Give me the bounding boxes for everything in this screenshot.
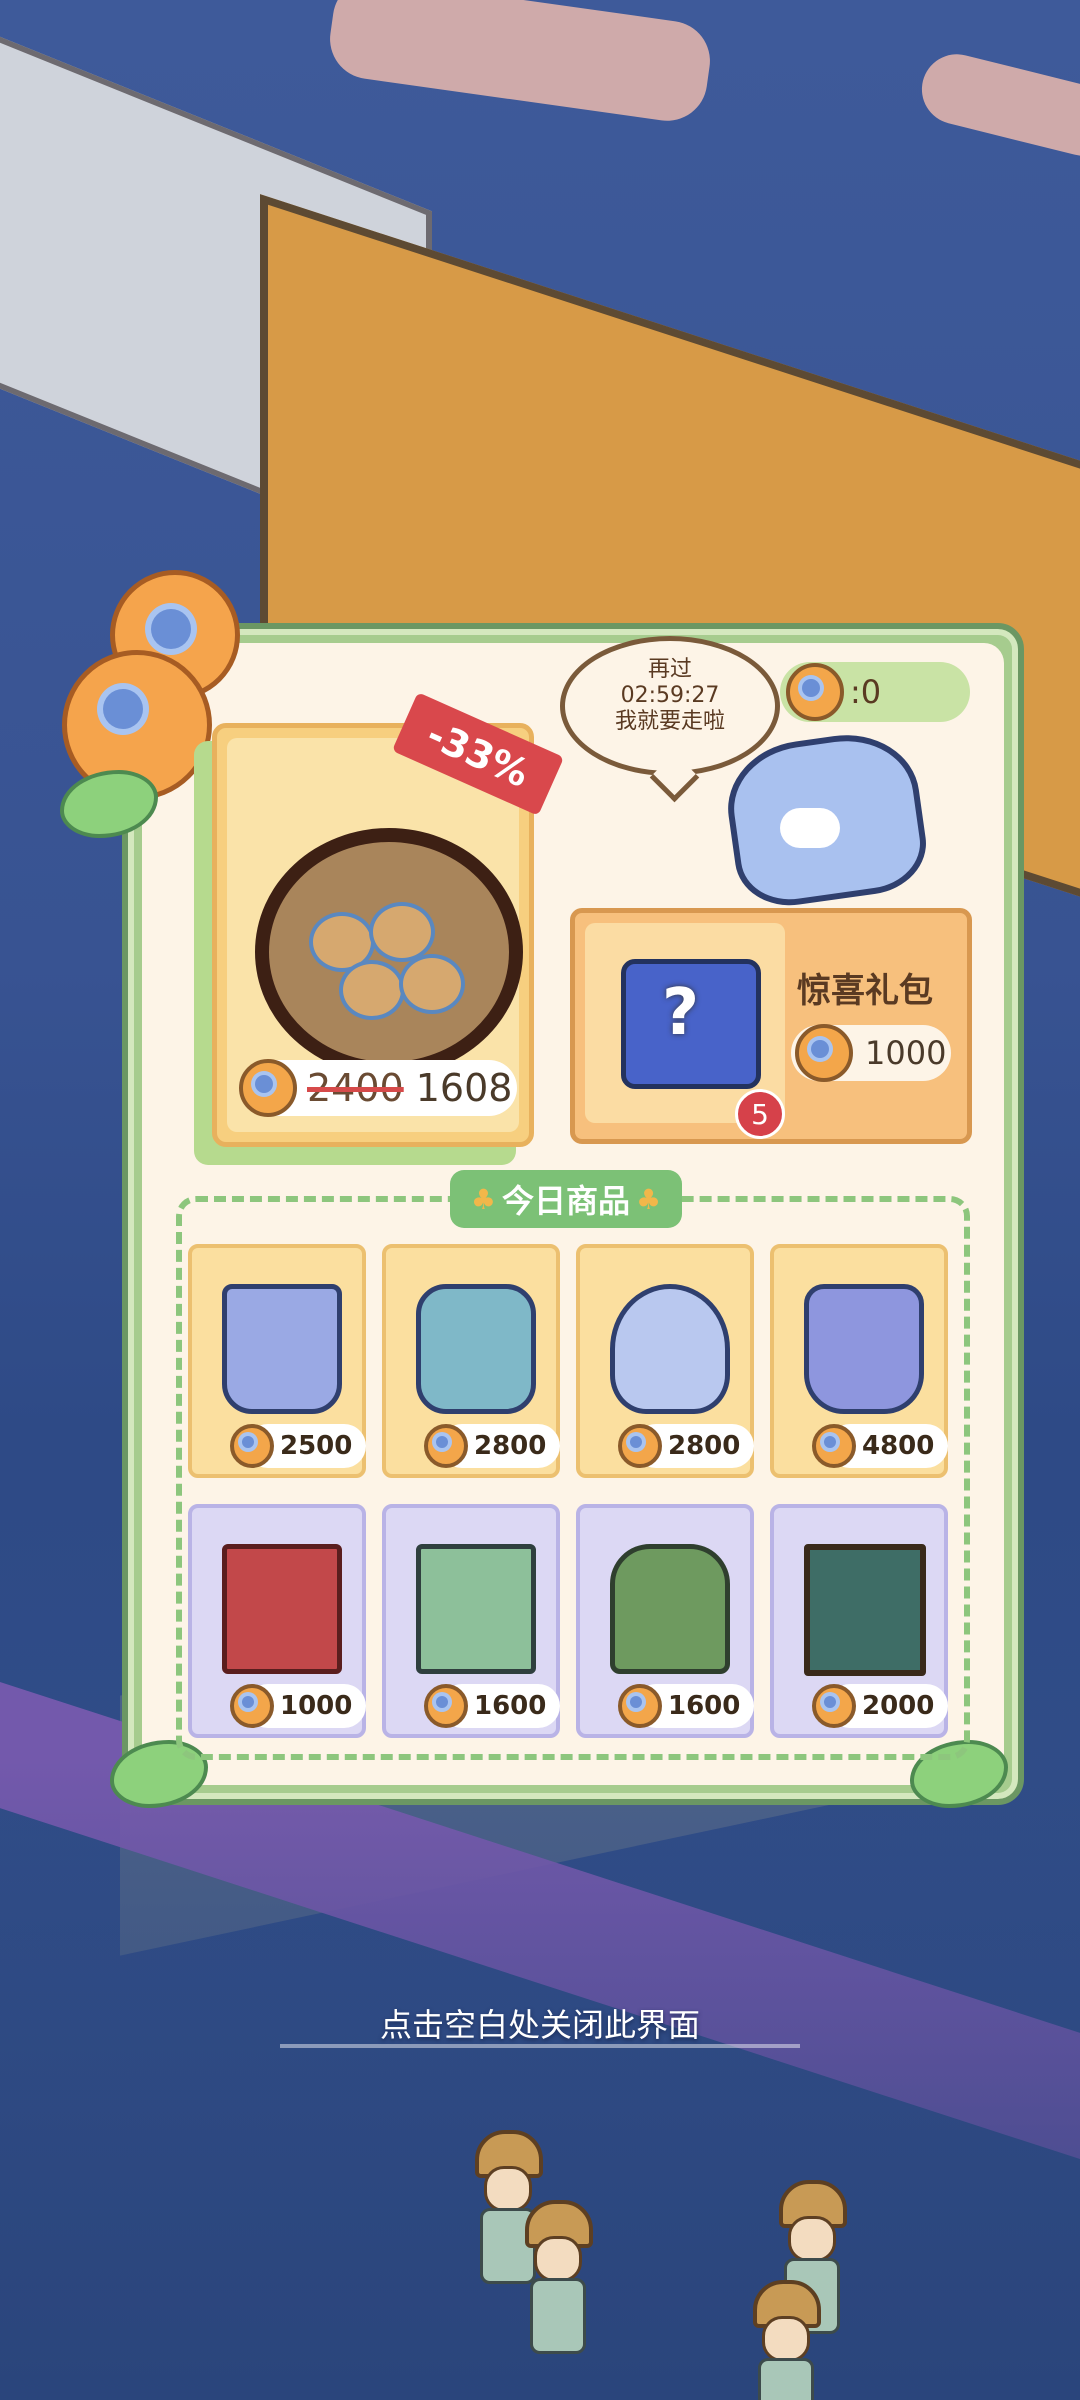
today-title-text: 今日商品: [501, 1182, 630, 1220]
hood-icon: [610, 1284, 730, 1414]
dress-icon: [804, 1284, 924, 1414]
item-price: 2800: [618, 1424, 754, 1468]
currency-counter: :0: [780, 662, 970, 722]
shop-item-pants[interactable]: 2500: [188, 1244, 366, 1478]
shop-item-curtain[interactable]: 1000: [188, 1504, 366, 1738]
shop-item-hood[interactable]: 2800: [576, 1244, 754, 1478]
coin-icon: [618, 1424, 662, 1468]
featured-price: 2400 1608: [239, 1059, 517, 1117]
gift-price: 1000: [865, 1034, 947, 1072]
clover-icon: ♣: [636, 1182, 662, 1216]
worker-character[interactable]: [520, 2200, 593, 2360]
coin-icon: [230, 1424, 274, 1468]
gift-count-badge: 5: [735, 1089, 785, 1139]
shop-item-dress[interactable]: 4800: [770, 1244, 948, 1478]
item-price: 2500: [230, 1424, 366, 1468]
old-price: 2400: [307, 1066, 404, 1110]
today-items-title: ♣ 今日商品 ♣: [450, 1170, 682, 1228]
pants-icon: [222, 1284, 342, 1414]
merchant-face: [780, 808, 840, 848]
curtain-icon: [222, 1544, 342, 1674]
coin-icon: [786, 663, 844, 721]
close-hint-text[interactable]: 点击空白处关闭此界面: [0, 2000, 1080, 2046]
question-mark-icon: ?: [662, 976, 700, 1050]
painting-icon: [804, 1544, 926, 1676]
item-price-text: 2000: [862, 1691, 935, 1721]
item-price-text: 1600: [474, 1691, 547, 1721]
shop-item-sign[interactable]: 1600: [382, 1504, 560, 1738]
coin-icon: [812, 1684, 856, 1728]
gift-title: 惊喜礼包: [797, 971, 933, 1011]
boots-icon: [416, 1284, 536, 1414]
item-price-text: 4800: [862, 1431, 935, 1461]
item-price-text: 2800: [474, 1431, 547, 1461]
new-price: 1608: [415, 1066, 513, 1110]
gift-image-area: ? 5: [585, 923, 785, 1139]
worker-character[interactable]: [748, 2280, 821, 2400]
coin-icon: [618, 1684, 662, 1728]
coin-icon: [424, 1684, 468, 1728]
coin-icon: [230, 1684, 274, 1728]
currency-count: :0: [850, 673, 882, 711]
item-price-text: 1600: [668, 1691, 741, 1721]
gift-price-pill: 1000: [791, 1024, 951, 1082]
gift-box-icon: ?: [621, 959, 761, 1089]
item-price: 1600: [618, 1684, 754, 1728]
timer-countdown: 02:59:27: [620, 683, 720, 708]
item-price: 1600: [424, 1684, 560, 1728]
timer-label: 再过: [647, 657, 692, 682]
coin-icon: [239, 1059, 297, 1117]
clover-icon: ♣: [470, 1182, 496, 1216]
item-price: 1000: [230, 1684, 366, 1728]
item-price-text: 1000: [280, 1691, 353, 1721]
featured-card-inner: 2400 1608: [227, 738, 523, 1132]
sign-icon: [416, 1544, 536, 1674]
shop-item-painting[interactable]: 2000: [770, 1504, 948, 1738]
shop-item-statue[interactable]: 1600: [576, 1504, 754, 1738]
shop-item-boots[interactable]: 2800: [382, 1244, 560, 1478]
item-price: 4800: [812, 1424, 948, 1468]
coin-icon: [795, 1024, 853, 1082]
item-price-text: 2800: [668, 1431, 741, 1461]
surprise-gift-card[interactable]: ? 5 惊喜礼包 1000: [570, 908, 972, 1144]
statue-icon: [610, 1544, 730, 1674]
egg-basket-icon: [255, 828, 523, 1076]
item-price-text: 2500: [280, 1431, 353, 1461]
coin-icon: [424, 1424, 468, 1468]
merchant-character[interactable]: [710, 725, 933, 928]
close-hint-underline: [280, 2044, 800, 2048]
item-price: 2800: [424, 1424, 560, 1468]
item-price: 2000: [812, 1684, 948, 1728]
coin-icon: [812, 1424, 856, 1468]
